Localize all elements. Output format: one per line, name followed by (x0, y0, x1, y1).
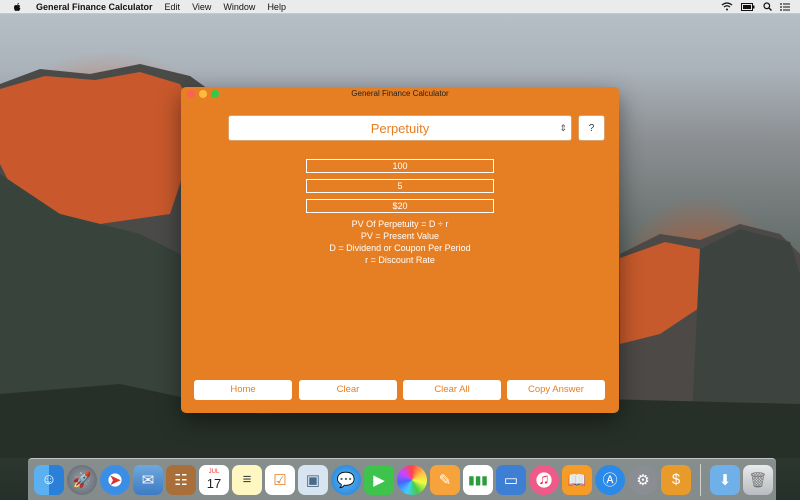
window-title: General Finance Calculator (351, 89, 449, 98)
present-value-output[interactable]: $20 (306, 199, 494, 213)
messages-icon[interactable]: 💬 (331, 464, 361, 495)
menu-help[interactable]: Help (267, 2, 286, 12)
discount-rate-input[interactable]: 5 (306, 179, 494, 193)
window-controls (187, 90, 219, 98)
mail-icon[interactable]: ✉ (133, 464, 163, 495)
search-icon[interactable] (763, 2, 772, 11)
system-preferences-icon[interactable]: ⚙ (628, 464, 658, 495)
formula-line: PV Of Perpetuity = D ÷ r (351, 219, 449, 229)
dividend-input[interactable]: 100 (306, 159, 494, 173)
contacts-icon[interactable]: ☷ (166, 464, 196, 495)
app-store-icon[interactable]: Ⓐ (595, 464, 625, 495)
menu-window[interactable]: Window (223, 2, 255, 12)
menu-edit[interactable]: Edit (165, 2, 181, 12)
finder-icon[interactable]: ☺ (34, 464, 64, 495)
dock-separator (700, 463, 701, 496)
calculation-type-value: Perpetuity (370, 121, 430, 136)
formula-line: r = Discount Rate (365, 255, 435, 265)
clear-button[interactable]: Clear (299, 380, 397, 400)
pages-icon[interactable]: ✎ (430, 464, 460, 495)
itunes-icon[interactable]: ♫ (529, 464, 559, 495)
launchpad-icon[interactable]: 🚀 (67, 464, 97, 495)
notes-icon[interactable]: ≡ (232, 464, 262, 495)
zoom-window-button[interactable] (211, 90, 219, 98)
facetime-icon[interactable]: ▶ (364, 464, 394, 495)
window-titlebar[interactable]: General Finance Calculator (181, 87, 619, 101)
clear-all-button[interactable]: Clear All (403, 380, 501, 400)
app-menu[interactable]: General Finance Calculator (36, 2, 153, 12)
chevron-updown-icon: ⇕ (559, 123, 567, 133)
status-area (721, 2, 790, 11)
calculator-window: General Finance Calculator Perpetuity ⇕ … (181, 87, 619, 413)
help-button[interactable]: ? (578, 115, 605, 141)
downloads-icon[interactable]: ⬇ (710, 464, 740, 495)
reminders-icon[interactable]: ☑ (265, 464, 295, 495)
trash-icon[interactable]: 🗑 (743, 464, 773, 495)
home-button[interactable]: Home (194, 380, 292, 400)
finance-app-icon[interactable]: $ (661, 464, 691, 495)
menu-view[interactable]: View (192, 2, 211, 12)
safari-icon[interactable]: ➤ (100, 464, 130, 495)
formula-line: PV = Present Value (360, 231, 440, 241)
calendar-icon[interactable]: JUL 17 (199, 464, 229, 495)
notification-center-icon[interactable] (780, 2, 790, 11)
calendar-day: 17 (206, 476, 222, 491)
preview-icon[interactable]: ▣ (298, 464, 328, 495)
apple-icon[interactable] (12, 2, 22, 12)
menu-bar: General Finance Calculator Edit View Win… (0, 0, 800, 14)
photos-icon[interactable] (397, 464, 427, 495)
minimize-window-button[interactable] (199, 90, 207, 98)
numbers-icon[interactable]: ▮▮▮ (463, 464, 493, 495)
copy-answer-button[interactable]: Copy Answer (507, 380, 605, 400)
battery-icon[interactable] (741, 2, 755, 11)
ibooks-icon[interactable]: 📖 (562, 464, 592, 495)
dock: ☺ 🚀 ➤ ✉ ☷ JUL 17 ≡ ☑ ▣ 💬 ▶ ✎ ▮▮▮ ▭ ♫ 📖 Ⓐ… (28, 458, 776, 500)
formula-line: D = Dividend or Coupon Per Period (329, 243, 471, 253)
close-window-button[interactable] (187, 90, 195, 98)
wifi-icon[interactable] (721, 2, 733, 11)
calculation-type-select[interactable]: Perpetuity ⇕ (228, 115, 572, 141)
keynote-icon[interactable]: ▭ (496, 464, 526, 495)
